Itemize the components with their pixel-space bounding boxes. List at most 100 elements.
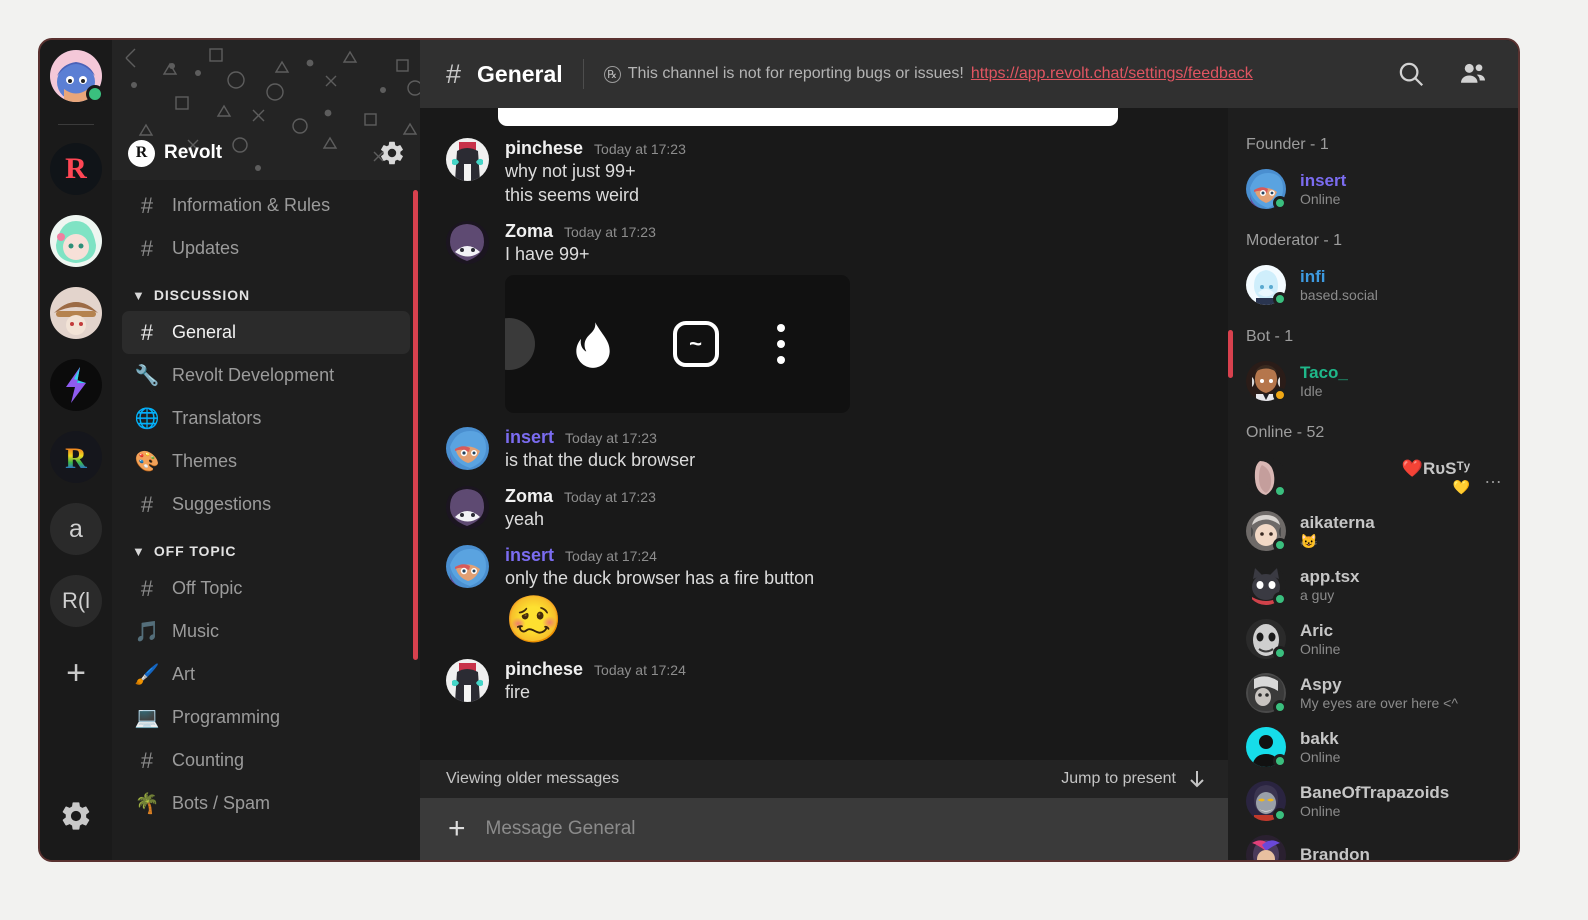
member-row[interactable]: Aric Online bbox=[1228, 612, 1518, 666]
member-row[interactable]: infi based.social bbox=[1228, 258, 1518, 312]
avatar[interactable] bbox=[446, 221, 489, 265]
server-icon-pride[interactable]: R bbox=[50, 431, 102, 483]
message-author[interactable]: pinchese bbox=[505, 659, 583, 680]
user-avatar[interactable] bbox=[50, 50, 104, 103]
message-list[interactable]: pinchese Today at 17:23 why not just 99+… bbox=[420, 108, 1228, 760]
member-row[interactable]: Taco_ Idle bbox=[1228, 354, 1518, 408]
sidebar-item-information-rules[interactable]: # Information & Rules bbox=[122, 184, 410, 227]
member-status-text: Online bbox=[1300, 749, 1341, 765]
status-indicator bbox=[1273, 592, 1287, 606]
jump-to-present-button[interactable]: Jump to present bbox=[1061, 769, 1206, 789]
message-attachment[interactable]: ~ bbox=[505, 275, 850, 414]
member-row[interactable]: Aspy My eyes are over here <^ bbox=[1228, 666, 1518, 720]
member-status-text: My eyes are over here <^ bbox=[1300, 695, 1458, 711]
member-row[interactable]: aikaterna 😺 bbox=[1228, 504, 1518, 558]
message-author[interactable]: Zoma bbox=[505, 486, 553, 507]
message-text: is that the duck browser bbox=[505, 450, 696, 471]
sidebar-item-themes[interactable]: 🎨 Themes bbox=[122, 440, 410, 483]
avatar bbox=[1246, 265, 1287, 306]
sidebar-item-bots-spam[interactable]: 🌴 Bots / Spam bbox=[122, 782, 410, 825]
message-text: why not just 99+ bbox=[505, 161, 636, 181]
add-server-button[interactable]: + bbox=[50, 647, 102, 699]
member-status-text: Online bbox=[1300, 641, 1341, 657]
sidebar-item-translators[interactable]: 🌐 Translators bbox=[122, 397, 410, 440]
member-list-scrollbar[interactable] bbox=[1228, 330, 1233, 378]
channel-list[interactable]: # Information & Rules # Updates ▼ DISCUS… bbox=[112, 180, 420, 860]
server-letter: a bbox=[69, 514, 83, 543]
clipped-attachment-image[interactable] bbox=[498, 108, 1118, 126]
sidebar-item-suggestions[interactable]: # Suggestions bbox=[122, 483, 410, 526]
laptop-icon: 💻 bbox=[134, 706, 160, 729]
server-icon-mint[interactable] bbox=[50, 215, 102, 267]
avatar[interactable] bbox=[446, 427, 489, 471]
hash-icon: # bbox=[140, 192, 154, 218]
message-input[interactable] bbox=[485, 818, 1204, 840]
member-list[interactable]: Founder - 1 insert Online Moderator - 1 … bbox=[1228, 108, 1518, 860]
palm-tree-icon: 🌴 bbox=[134, 792, 160, 815]
member-name: infi bbox=[1300, 267, 1326, 286]
sidebar-item-programming[interactable]: 💻 Programming bbox=[122, 696, 410, 739]
paintbrush-icon: 🖌️ bbox=[134, 663, 160, 686]
avatar bbox=[1246, 565, 1287, 606]
message-author[interactable]: pinchese bbox=[505, 138, 583, 159]
sidebar-item-off-topic[interactable]: # Off Topic bbox=[122, 567, 410, 610]
member-row[interactable]: BaneOfTrapazoids Online bbox=[1228, 774, 1518, 828]
viewing-older-messages-bar: Viewing older messages Jump to present bbox=[420, 760, 1228, 798]
server-settings-button[interactable] bbox=[378, 139, 406, 167]
avatar[interactable] bbox=[446, 138, 489, 181]
member-text: infi based.social bbox=[1300, 267, 1504, 303]
member-row[interactable]: app.tsx a guy bbox=[1228, 558, 1518, 612]
revolt-app-window: R R a R(l + R Revolt # Information & Rul… bbox=[38, 38, 1520, 862]
hash-icon: # bbox=[446, 58, 462, 89]
member-row[interactable]: ❤️RᴜSᵀʸ 💛 … bbox=[1228, 450, 1518, 504]
settings-button[interactable] bbox=[59, 799, 93, 838]
sidebar-item-counting[interactable]: # Counting bbox=[122, 739, 410, 782]
member-status-text: 💛 bbox=[1452, 478, 1470, 495]
message-author[interactable]: Zoma bbox=[505, 221, 553, 242]
sidebar-scrollbar[interactable] bbox=[413, 190, 418, 660]
add-attachment-button[interactable]: + bbox=[448, 814, 466, 844]
avatar[interactable] bbox=[446, 658, 489, 702]
avatar[interactable] bbox=[446, 545, 489, 589]
message-author[interactable]: insert bbox=[505, 545, 554, 566]
server-icon-a[interactable]: a bbox=[50, 503, 102, 555]
category-label: OFF TOPIC bbox=[153, 543, 237, 559]
member-name: insert bbox=[1300, 171, 1347, 190]
server-icon-bolt[interactable] bbox=[50, 359, 102, 411]
fire-icon bbox=[575, 322, 610, 368]
status-indicator bbox=[1273, 388, 1287, 402]
search-button[interactable] bbox=[1388, 59, 1434, 89]
server-header[interactable]: R Revolt bbox=[112, 126, 420, 180]
avatar bbox=[1246, 457, 1287, 498]
sidebar-item-revolt-development[interactable]: 🔧 Revolt Development bbox=[122, 354, 410, 397]
member-row[interactable]: Brandon bbox=[1228, 828, 1518, 860]
member-overflow-icon[interactable]: … bbox=[1484, 467, 1504, 488]
message-body: pinchese Today at 17:23 why not just 99+… bbox=[505, 138, 1204, 207]
server-logo-letter: R bbox=[135, 144, 148, 161]
channel-label: General bbox=[172, 322, 237, 342]
sidebar-item-updates[interactable]: # Updates bbox=[122, 227, 410, 270]
hash-icon: # bbox=[140, 491, 154, 517]
feedback-link[interactable]: https://app.revolt.chat/settings/feedbac… bbox=[971, 65, 1253, 83]
main-column: # General ℞ This channel is not for repo… bbox=[420, 40, 1518, 860]
member-row[interactable]: insert Online bbox=[1228, 162, 1518, 216]
rail-divider bbox=[58, 124, 94, 125]
avatar-art bbox=[446, 486, 489, 530]
message-item: Zoma Today at 17:23 yeah bbox=[420, 474, 1228, 533]
member-row[interactable]: bakk Online bbox=[1228, 720, 1518, 774]
message-author[interactable]: insert bbox=[505, 427, 554, 448]
sidebar-item-general[interactable]: # General bbox=[122, 311, 410, 354]
server-icon-mage[interactable] bbox=[50, 287, 102, 339]
server-icon-revolt-lounge[interactable]: R bbox=[50, 143, 102, 195]
category-off-topic[interactable]: ▼ OFF TOPIC bbox=[112, 526, 420, 567]
avatar-art bbox=[446, 658, 489, 702]
server-icon-rl[interactable]: R(l bbox=[50, 575, 102, 627]
channel-label: Off Topic bbox=[172, 578, 243, 598]
sidebar-item-art[interactable]: 🖌️ Art bbox=[122, 653, 410, 696]
member-name: bakk bbox=[1300, 729, 1339, 748]
category-discussion[interactable]: ▼ DISCUSSION bbox=[112, 270, 420, 311]
sidebar-item-music[interactable]: 🎵 Music bbox=[122, 610, 410, 653]
avatar[interactable] bbox=[446, 486, 489, 530]
tilde-icon: ~ bbox=[672, 321, 719, 368]
toggle-members-button[interactable] bbox=[1450, 59, 1496, 89]
